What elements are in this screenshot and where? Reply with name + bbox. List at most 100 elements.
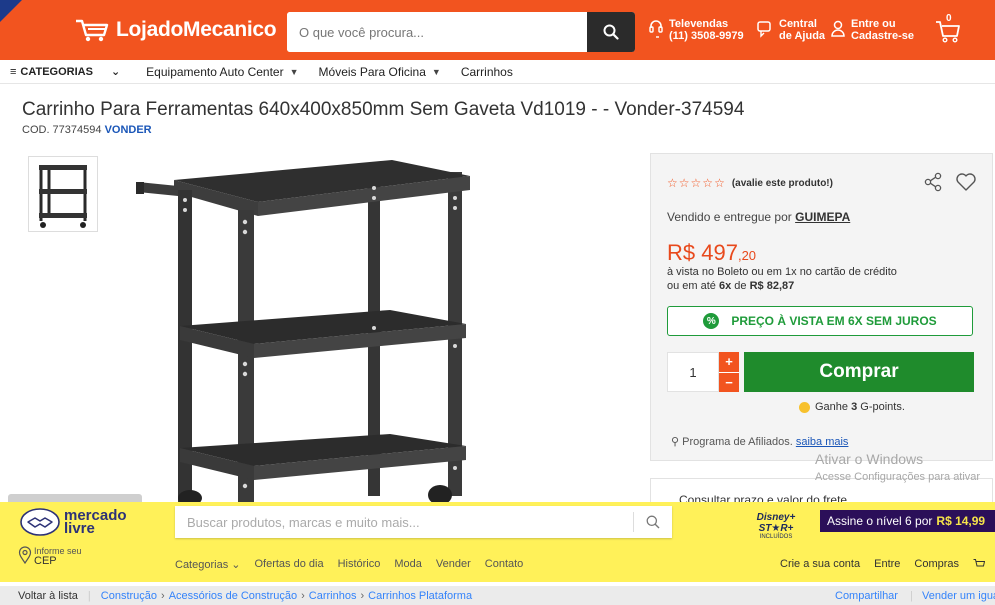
back-to-list-link[interactable]: Voltar à lista bbox=[18, 590, 78, 602]
chevron-down-icon: ⌄ bbox=[110, 66, 121, 78]
affiliate-info: ⚲ Programa de Afiliados. saiba mais bbox=[671, 435, 848, 448]
gallery-scroll-indicator[interactable] bbox=[8, 494, 142, 502]
breadcrumb: Voltar à lista | Construção › Acessórios… bbox=[0, 586, 995, 605]
price-main: R$ 497 bbox=[667, 240, 738, 265]
ml-create-account[interactable]: Crie a sua conta bbox=[780, 558, 860, 573]
ml-purchases[interactable]: Compras bbox=[914, 558, 959, 573]
ml-search-box bbox=[175, 506, 672, 538]
product-title: Carrinho Para Ferramentas 640x400x850mm … bbox=[22, 99, 745, 120]
mercadolivre-logo[interactable]: mercado livre bbox=[20, 508, 127, 536]
ml-cep-selector[interactable]: Informe seu CEP bbox=[18, 546, 82, 567]
nav-item-moveis[interactable]: Móveis Para Oficina ▼ bbox=[319, 65, 441, 79]
search-button[interactable] bbox=[587, 12, 635, 52]
buy-button[interactable]: Comprar bbox=[744, 352, 974, 392]
star-empty-icon: ☆ bbox=[678, 176, 690, 190]
site-header: LojadoMecanico Televendas (11) 3508-9979 bbox=[0, 0, 995, 60]
quantity-field[interactable]: 1 bbox=[667, 352, 719, 392]
chevron-right-icon: › bbox=[360, 589, 365, 602]
nav-item-label: Equipamento Auto Center bbox=[146, 64, 284, 79]
login-link[interactable]: Entre ou Cadastre-se bbox=[830, 18, 914, 42]
product-main-image[interactable] bbox=[130, 150, 490, 506]
cart-thumbnail-image bbox=[39, 165, 87, 228]
promo-text: PREÇO À VISTA EM 6X SEM JUROS bbox=[731, 314, 937, 328]
ml-cep-value: CEP bbox=[34, 555, 57, 567]
price: R$ 497,20 bbox=[667, 240, 756, 266]
sold-by-label: Vendido e entregue por bbox=[667, 210, 792, 224]
ml-link-vender[interactable]: Vender bbox=[436, 558, 471, 571]
search-icon bbox=[603, 24, 619, 40]
points-info: Ganhe 3 G-points. bbox=[799, 401, 905, 413]
product-code-label: COD. 77374594 bbox=[22, 124, 102, 136]
televendas-label: Televendas bbox=[669, 18, 729, 30]
windows-activation-title: Ativar o Windows bbox=[815, 451, 924, 467]
ml-nav-links: Categorias ⌄ Ofertas do dia Histórico Mo… bbox=[175, 558, 537, 571]
star-empty-icon: ☆ bbox=[702, 176, 714, 190]
points-pre: Ganhe bbox=[815, 401, 849, 413]
quantity-stepper: + − bbox=[719, 352, 739, 392]
ml-search-button[interactable] bbox=[634, 515, 672, 529]
star-empty-icon: ☆ bbox=[714, 176, 725, 190]
ml-subscription-promo[interactable]: Assine o nível 6 por R$ 14,99 bbox=[820, 510, 995, 532]
breadcrumb-item[interactable]: Construção bbox=[101, 590, 157, 602]
pay-installment-value: R$ 82,87 bbox=[749, 280, 795, 292]
ml-link-ofertas[interactable]: Ofertas do dia bbox=[254, 558, 323, 571]
share-icon[interactable] bbox=[923, 172, 943, 192]
rate-product-label: (avalie este produto!) bbox=[731, 177, 833, 189]
ml-login[interactable]: Entre bbox=[874, 558, 900, 573]
breadcrumb-item[interactable]: Carrinhos Plataforma bbox=[368, 590, 472, 602]
ml-link-contato[interactable]: Contato bbox=[485, 558, 524, 571]
buy-box: ☆ ☆ ☆ ☆ ☆ (avalie este produto!) Vendido… bbox=[650, 153, 993, 461]
help-center-link[interactable]: Central de Ajuda bbox=[756, 18, 825, 42]
headset-icon bbox=[649, 20, 663, 38]
categories-menu[interactable]: ≡ CATEGORIAS ⌄ bbox=[10, 65, 121, 79]
categories-label: CATEGORIAS bbox=[20, 65, 93, 78]
nav-item-label: Carrinhos bbox=[460, 64, 513, 79]
disney-star-badge[interactable]: Disney+ ST★R+ INCLUÍDOS bbox=[740, 512, 812, 540]
points-post: G-points. bbox=[860, 401, 905, 413]
location-pin-icon bbox=[18, 546, 32, 564]
ml-link-historico[interactable]: Histórico bbox=[338, 558, 381, 571]
search-input[interactable] bbox=[287, 12, 587, 52]
price-cents: ,20 bbox=[737, 248, 757, 263]
site-logo[interactable]: LojadoMecanico bbox=[74, 17, 277, 43]
logo-cart-icon bbox=[76, 19, 109, 42]
caret-down-icon: ▼ bbox=[289, 66, 299, 77]
login-label: Entre ou bbox=[851, 18, 896, 30]
payment-line-2: ou em até 6x de R$ 82,87 bbox=[667, 280, 794, 292]
disney-star-logo: Disney+ ST★R+ bbox=[756, 512, 796, 534]
increase-quantity-button[interactable]: + bbox=[719, 352, 739, 372]
cart-button[interactable]: 0 bbox=[935, 13, 961, 49]
ml-cart-icon[interactable] bbox=[973, 558, 986, 573]
star-empty-icon: ☆ bbox=[667, 176, 678, 190]
caret-down-icon: ▼ bbox=[431, 66, 441, 77]
points-value: 3 bbox=[851, 401, 858, 413]
breadcrumb-item[interactable]: Acessórios de Construção bbox=[169, 590, 297, 602]
share-link[interactable]: Compartilhar bbox=[835, 590, 898, 602]
login-sub: Cadastre-se bbox=[851, 30, 914, 42]
nav-item-carrinhos[interactable]: Carrinhos bbox=[461, 65, 513, 79]
seller-info: Vendido e entregue por GUIMEPA bbox=[667, 210, 850, 224]
menu-icon: ≡ bbox=[10, 65, 17, 78]
heart-icon[interactable] bbox=[955, 172, 977, 192]
decrease-quantity-button[interactable]: − bbox=[719, 371, 739, 392]
promo-badge: % PREÇO À VISTA EM 6X SEM JUROS bbox=[667, 306, 973, 336]
buybox-actions bbox=[923, 172, 977, 192]
televendas-link[interactable]: Televendas (11) 3508-9979 bbox=[648, 18, 744, 42]
affiliate-link[interactable]: saiba mais bbox=[796, 436, 849, 448]
ml-account-links: Crie a sua conta Entre Compras bbox=[780, 558, 986, 573]
seller-link[interactable]: GUIMEPA bbox=[795, 210, 850, 224]
product-code: COD. 77374594 VONDER bbox=[22, 124, 152, 136]
nav-item-auto-center[interactable]: Equipamento Auto Center ▼ bbox=[146, 65, 298, 79]
sell-similar-link[interactable]: Vender um igual bbox=[922, 590, 995, 602]
ml-link-moda[interactable]: Moda bbox=[394, 558, 422, 571]
breadcrumb-item[interactable]: Carrinhos bbox=[309, 590, 357, 602]
pay-pre: ou em até bbox=[667, 280, 716, 292]
ml-search-input[interactable] bbox=[175, 514, 633, 530]
ml-link-categorias[interactable]: Categorias ⌄ bbox=[175, 558, 240, 571]
rating[interactable]: ☆ ☆ ☆ ☆ ☆ (avalie este produto!) bbox=[667, 176, 833, 190]
corner-ribbon bbox=[0, 0, 22, 22]
logo-text: LojadoMecanico bbox=[116, 18, 277, 41]
user-icon bbox=[831, 20, 845, 37]
brand-link[interactable]: VONDER bbox=[105, 124, 152, 136]
product-thumbnail[interactable] bbox=[28, 156, 98, 232]
